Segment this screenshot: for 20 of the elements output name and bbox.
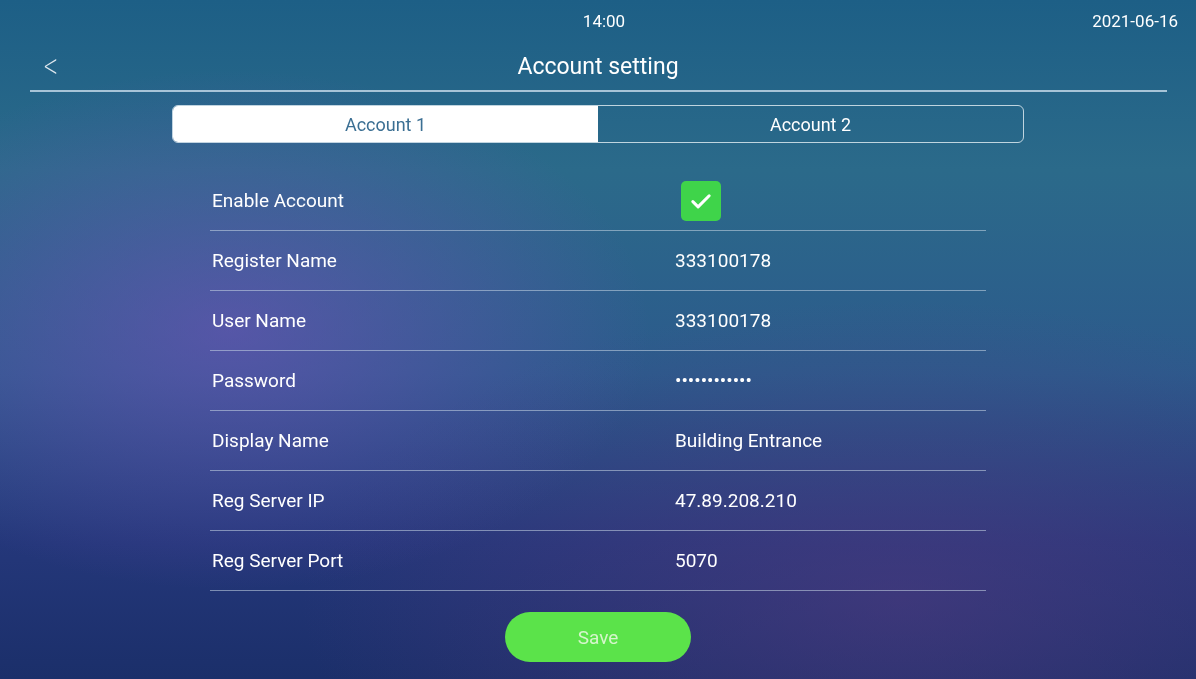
setting-value[interactable]: 47.89.208.210 [675,489,797,512]
setting-value[interactable]: •••••••••••• [675,369,752,392]
setting-label: Display Name [211,429,330,452]
tab[interactable]: Account 2 [598,106,1023,142]
setting-label: User Name [211,309,307,332]
date-text: 2021-06-16 [1092,11,1178,31]
page-title: Account setting [517,52,679,80]
setting-label: Reg Server Port [211,549,345,572]
tab[interactable]: Account 1 [173,106,598,142]
setting-value[interactable]: Building Entrance [675,429,823,452]
setting-label: Register Name [211,249,338,272]
checkbox[interactable] [681,180,721,221]
clock-time: 14:00 [582,11,626,31]
back-button[interactable]: < [38,48,62,83]
setting-value[interactable]: 333100178 [675,309,772,332]
setting-value[interactable]: 333100178 [675,249,772,272]
setting-label: Password [211,369,297,392]
setting-value[interactable]: 5070 [675,549,718,572]
setting-label: Reg Server IP [211,489,326,512]
setting-label: Enable Account [211,189,345,212]
